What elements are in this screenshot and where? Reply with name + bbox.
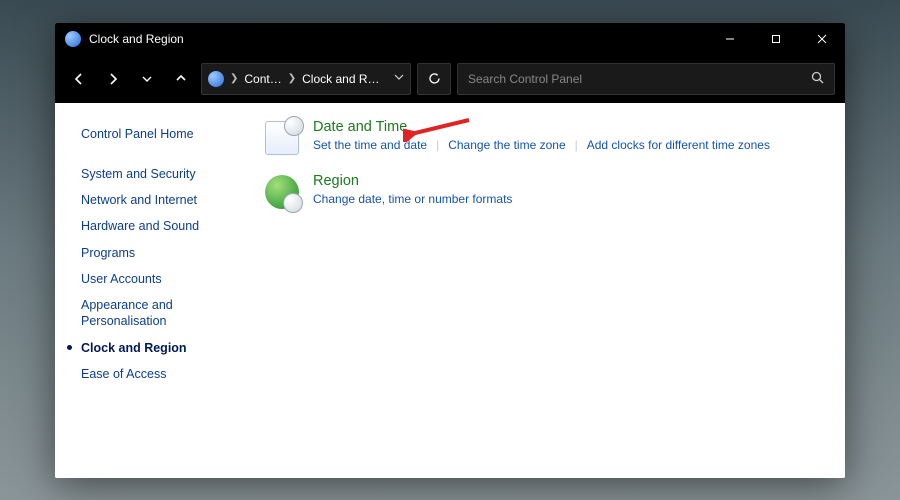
app-icon [65,31,81,47]
search-icon [811,71,824,87]
sidebar: Control Panel Home System and Security N… [55,103,245,478]
search-placeholder: Search Control Panel [468,72,811,86]
forward-button[interactable] [99,63,127,95]
link-divider: | [436,138,439,152]
address-dropdown-button[interactable] [394,72,404,85]
sidebar-item-appearance-and-personalisation[interactable]: Appearance and Personalisation [81,292,231,335]
breadcrumb-clock-and-region[interactable]: Clock and R… [302,72,379,86]
recent-dropdown-button[interactable] [133,63,161,95]
maximize-icon [771,34,781,44]
section-body: Date and Time Set the time and date | Ch… [313,119,825,155]
link-divider: | [575,138,578,152]
back-button[interactable] [65,63,93,95]
region-icon [265,175,299,209]
section-body: Region Change date, time or number forma… [313,173,825,209]
heading-region[interactable]: Region [313,173,825,189]
navbar: ❯ Cont… ❯ Clock and R… Search Control Pa… [55,55,845,103]
control-panel-window: Clock and Region ❯ Co [55,23,845,478]
close-icon [817,34,827,44]
arrow-left-icon [72,72,86,86]
region-links: Change date, time or number formats [313,192,825,206]
date-time-links: Set the time and date | Change the time … [313,138,825,152]
heading-date-and-time[interactable]: Date and Time [313,119,825,135]
sidebar-item-ease-of-access[interactable]: Ease of Access [81,361,231,387]
content-area: Control Panel Home System and Security N… [55,103,845,478]
arrow-up-icon [174,72,188,86]
breadcrumb-separator-icon: ❯ [288,73,296,84]
sidebar-item-user-accounts[interactable]: User Accounts [81,266,231,292]
breadcrumb-control-panel[interactable]: Cont… [244,72,281,86]
up-button[interactable] [167,63,195,95]
window-controls [707,23,845,55]
control-panel-icon [208,71,224,87]
breadcrumb-separator-icon: ❯ [230,73,238,84]
main-panel: Date and Time Set the time and date | Ch… [245,103,845,478]
link-set-time-and-date[interactable]: Set the time and date [313,138,427,152]
close-button[interactable] [799,23,845,55]
section-date-and-time: Date and Time Set the time and date | Ch… [265,119,825,155]
sidebar-item-system-and-security[interactable]: System and Security [81,161,231,187]
link-change-time-zone[interactable]: Change the time zone [448,138,565,152]
minimize-icon [725,34,735,44]
sidebar-item-programs[interactable]: Programs [81,240,231,266]
link-change-formats[interactable]: Change date, time or number formats [313,192,512,206]
address-bar[interactable]: ❯ Cont… ❯ Clock and R… [201,63,411,95]
arrow-right-icon [106,72,120,86]
sidebar-item-network-and-internet[interactable]: Network and Internet [81,187,231,213]
chevron-down-icon [394,72,404,82]
sidebar-item-hardware-and-sound[interactable]: Hardware and Sound [81,213,231,239]
minimize-button[interactable] [707,23,753,55]
date-time-icon [265,121,299,155]
sidebar-control-panel-home[interactable]: Control Panel Home [81,121,231,147]
chevron-down-icon [141,73,153,85]
search-input[interactable]: Search Control Panel [457,63,835,95]
link-add-clocks[interactable]: Add clocks for different time zones [587,138,770,152]
sidebar-item-clock-and-region[interactable]: Clock and Region [81,335,231,361]
refresh-icon [428,72,441,85]
section-region: Region Change date, time or number forma… [265,173,825,209]
maximize-button[interactable] [753,23,799,55]
refresh-button[interactable] [417,63,451,95]
titlebar: Clock and Region [55,23,845,55]
window-title: Clock and Region [89,32,707,46]
